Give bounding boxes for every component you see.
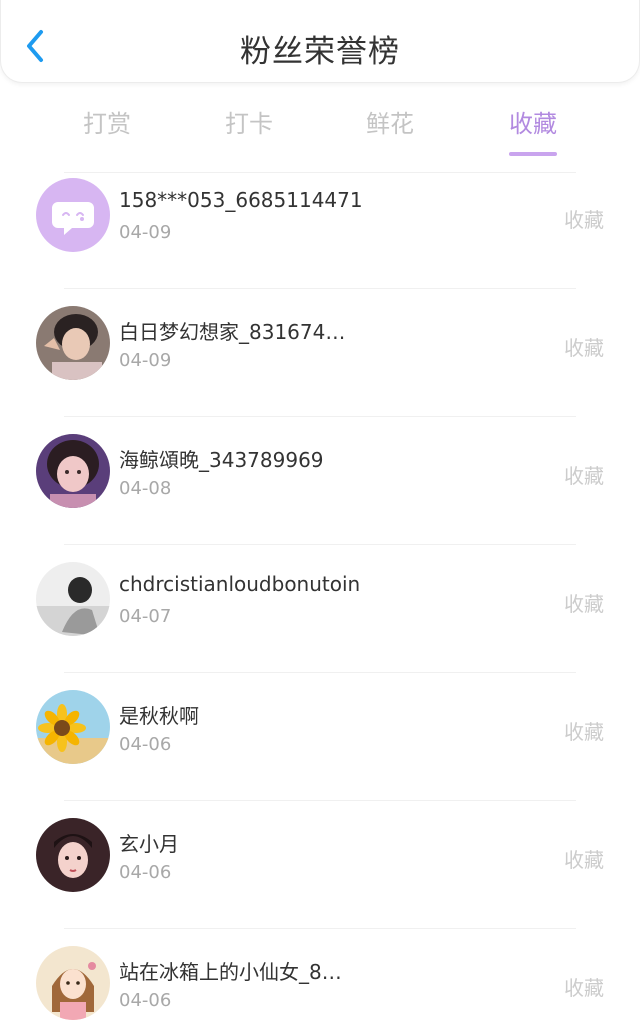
collect-date: 04-06 [119,990,172,1011]
tab-bar: 打赏 打卡 鲜花 收藏 [0,96,640,156]
user-photo-icon [36,562,110,636]
divider [64,800,576,801]
divider [64,172,576,173]
sunflower-icon [36,690,110,764]
user-name: 海鲸頌晚_343789969 [119,448,324,472]
action-label: 收藏 [564,208,604,232]
user-name: 158***053_6685114471 [119,188,363,212]
collect-date: 04-09 [119,350,172,371]
avatar [36,562,110,636]
avatar [36,434,110,508]
illustrated-girl-icon [36,818,110,892]
user-photo-icon [36,306,110,380]
tab-checkin[interactable]: 打卡 [199,104,299,139]
list-item[interactable]: 白日梦幻想家_831674… 04-09 收藏 [0,288,640,428]
avatar [36,306,110,380]
tab-tips[interactable]: 打赏 [57,104,157,139]
collect-date: 04-08 [119,478,172,499]
fan-list: 158***053_6685114471 04-09 收藏 白日梦幻想家_831… [0,172,640,1032]
divider [64,928,576,929]
avatar [36,178,110,252]
list-item[interactable]: 是秋秋啊 04-06 收藏 [0,672,640,812]
action-label: 收藏 [564,720,604,744]
avatar [36,818,110,892]
top-nav-bar: 粉丝荣誉榜 [0,0,640,83]
list-item[interactable]: 海鲸頌晚_343789969 04-08 收藏 [0,416,640,556]
avatar [36,946,110,1020]
collect-date: 04-06 [119,734,172,755]
user-name: 玄小月 [119,832,179,856]
list-item[interactable]: 玄小月 04-06 收藏 [0,800,640,940]
divider [64,672,576,673]
action-label: 收藏 [564,336,604,360]
user-name: 站在冰箱上的小仙女_8… [119,960,342,984]
action-label: 收藏 [564,592,604,616]
divider [64,288,576,289]
tab-favorites-label: 收藏 [509,110,557,138]
collect-date: 04-06 [119,862,172,883]
chat-bubble-icon [36,178,110,252]
user-name: 白日梦幻想家_831674… [119,320,346,344]
action-label: 收藏 [564,464,604,488]
list-item[interactable]: 站在冰箱上的小仙女_8… 04-06 收藏 [0,928,640,1032]
action-label: 收藏 [564,848,604,872]
user-name: 是秋秋啊 [119,704,199,728]
divider [64,544,576,545]
collect-date: 04-09 [119,222,172,243]
tab-flowers[interactable]: 鲜花 [340,104,440,139]
tab-favorites[interactable]: 收藏 [483,104,583,156]
avatar [36,690,110,764]
fan-honor-page: 粉丝荣誉榜 打赏 打卡 鲜花 收藏 158***053_6685114471 0… [0,0,640,1032]
user-photo-icon [36,434,110,508]
list-item[interactable]: 158***053_6685114471 04-09 收藏 [0,172,640,300]
action-label: 收藏 [564,976,604,1000]
user-name: chdrcistianloudbonutoin [119,572,361,596]
collect-date: 04-07 [119,606,172,627]
list-item[interactable]: chdrcistianloudbonutoin 04-07 收藏 [0,544,640,684]
page-title: 粉丝荣誉榜 [240,34,400,70]
divider [64,416,576,417]
illustrated-girl-icon [36,946,110,1020]
active-tab-indicator [509,152,557,156]
